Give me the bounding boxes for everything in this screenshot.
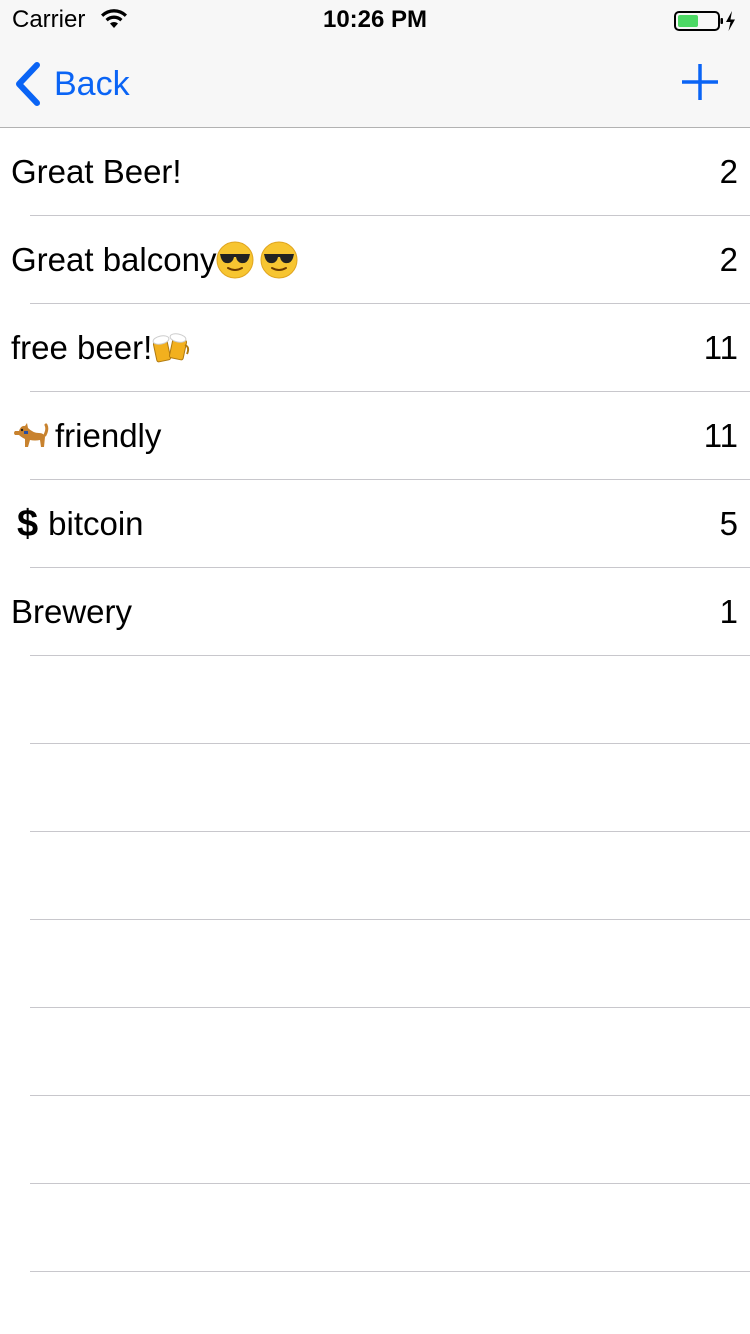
navigation-header: Carrier 10:26 PM Back xyxy=(0,0,750,128)
dollar-sign-icon: $ xyxy=(17,503,39,545)
row-label: Great Beer! xyxy=(11,153,182,190)
table-row[interactable]: Great balcony 2 xyxy=(0,216,750,304)
beer-mugs-emoji xyxy=(152,333,190,363)
table-row[interactable]: free beer! 11 xyxy=(0,304,750,392)
row-count: 1 xyxy=(719,593,738,630)
empty-row xyxy=(0,920,750,1008)
row-label: Brewery xyxy=(11,593,133,630)
clock: 10:26 PM xyxy=(322,6,428,33)
sunglasses-face-emoji xyxy=(216,241,254,279)
add-button[interactable] xyxy=(680,62,720,102)
back-button[interactable]: Back xyxy=(14,60,130,108)
row-label: friendly xyxy=(55,417,162,454)
empty-row xyxy=(0,1272,750,1334)
status-bar: Carrier 10:26 PM xyxy=(0,0,750,40)
empty-row xyxy=(0,1096,750,1184)
dog-emoji xyxy=(14,423,49,447)
row-count: 2 xyxy=(719,153,738,190)
row-count: 11 xyxy=(703,417,738,454)
table-row[interactable]: Brewery 1 xyxy=(0,568,750,656)
table-row[interactable]: Great Beer! 2 xyxy=(0,128,750,216)
empty-row xyxy=(0,744,750,832)
empty-row xyxy=(0,1184,750,1272)
empty-row xyxy=(0,656,750,744)
battery-charging-icon xyxy=(674,11,735,31)
row-count: 5 xyxy=(719,505,738,542)
row-label: bitcoin xyxy=(48,505,144,542)
row-count: 11 xyxy=(703,329,738,366)
tags-table: Great Beer! 2 Great balcony 2 free beer!… xyxy=(0,128,750,1334)
empty-row xyxy=(0,832,750,920)
row-label: free beer! xyxy=(11,329,153,366)
screen: Carrier 10:26 PM Back Great Beer! 2 Grea… xyxy=(0,0,750,1334)
sunglasses-face-emoji xyxy=(260,241,298,279)
table-row[interactable]: friendly 11 xyxy=(0,392,750,480)
back-button-label: Back xyxy=(54,65,130,103)
chevron-left-icon xyxy=(16,62,40,106)
empty-row xyxy=(0,1008,750,1096)
row-label: Great balcony xyxy=(11,241,217,278)
row-count: 2 xyxy=(719,241,738,278)
table-row[interactable]: $ bitcoin 5 xyxy=(0,480,750,568)
